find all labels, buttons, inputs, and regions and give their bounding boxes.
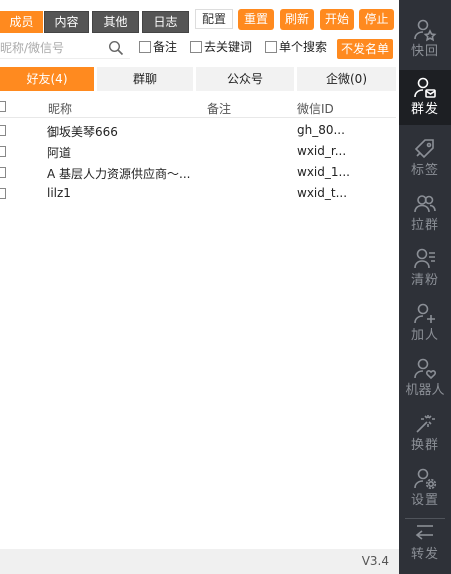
user-heart-icon xyxy=(412,357,438,381)
row-checkbox[interactable] xyxy=(0,188,6,199)
magic-wand-icon xyxy=(412,412,438,436)
version-label: V3.4 xyxy=(361,554,389,568)
sidebar-item-label: 机器人 xyxy=(405,383,445,398)
note-checkbox-label: 备注 xyxy=(153,40,178,54)
row-wxid: gh_80... xyxy=(297,123,345,137)
sidebar-item-label: 设置 xyxy=(410,493,439,508)
stop-button[interactable]: 停止 xyxy=(359,9,394,30)
select-all-checkbox[interactable] xyxy=(0,101,6,112)
sidebar-item-robot[interactable]: 机器人 xyxy=(399,351,451,406)
sidebar-item-add-people[interactable]: 加人 xyxy=(399,296,451,351)
status-bar: V3.4 xyxy=(0,549,399,574)
row-nickname: A 基层人力资源供应商～... xyxy=(47,167,191,181)
column-wxid: 微信ID xyxy=(297,102,334,116)
note-checkbox[interactable] xyxy=(139,41,151,53)
row-checkbox[interactable] xyxy=(0,167,6,178)
row-wxid: wxid_t... xyxy=(297,186,348,200)
user-plus-icon xyxy=(412,302,438,326)
row-nickname: lilz1 xyxy=(47,186,71,200)
tab-other[interactable]: 其他 xyxy=(92,11,139,33)
sidebar-item-label: 转发 xyxy=(410,547,439,562)
table-row[interactable]: 阿道 wxid_r... xyxy=(0,141,396,162)
user-send-icon xyxy=(412,76,438,100)
tab-official-accounts[interactable]: 公众号 xyxy=(196,67,294,91)
row-checkbox[interactable] xyxy=(0,146,6,157)
refresh-button[interactable]: 刷新 xyxy=(280,9,314,30)
tab-config[interactable]: 配置 xyxy=(195,9,233,29)
tab-wecom[interactable]: 企微(0) xyxy=(297,67,396,91)
sidebar-item-forward[interactable]: 转发 xyxy=(399,515,451,570)
reset-button[interactable]: 重置 xyxy=(238,9,274,30)
tab-members[interactable]: 成员 xyxy=(0,11,43,33)
tab-log[interactable]: 日志 xyxy=(142,11,189,33)
sidebar-item-tag[interactable]: 标签 xyxy=(399,131,451,186)
user-list-icon xyxy=(412,247,438,271)
row-wxid: wxid_1... xyxy=(297,165,350,179)
start-button[interactable]: 开始 xyxy=(320,9,354,30)
right-sidebar: 快回 群发 标签 拉群 清粉 加人 机器人 换群 设置 转发 xyxy=(399,0,451,574)
column-nickname: 昵称 xyxy=(48,102,73,116)
keyword-checkbox[interactable] xyxy=(190,41,202,53)
row-checkbox[interactable] xyxy=(0,125,6,136)
tag-icon xyxy=(412,137,438,161)
sidebar-item-label: 拉群 xyxy=(410,218,439,233)
keyword-checkbox-label: 去关键词 xyxy=(204,40,253,54)
row-nickname: 御坂美琴666 xyxy=(47,125,118,139)
user-gear-icon xyxy=(412,467,438,491)
tab-groups[interactable]: 群聊 xyxy=(97,67,193,91)
table-header: 昵称 备注 微信ID xyxy=(0,96,396,118)
user-star-icon xyxy=(412,18,438,42)
single-search-checkbox[interactable] xyxy=(265,41,277,53)
search-icon[interactable] xyxy=(108,40,124,56)
row-wxid: wxid_r... xyxy=(297,144,347,158)
no-send-list-button[interactable]: 不发名单 xyxy=(337,39,393,59)
table-row[interactable]: A 基层人力资源供应商～... wxid_1... xyxy=(0,162,396,183)
column-note: 备注 xyxy=(207,102,232,116)
sidebar-item-mass-send[interactable]: 群发 xyxy=(399,70,451,125)
row-nickname: 阿道 xyxy=(47,146,72,160)
tab-content[interactable]: 内容 xyxy=(44,11,89,33)
tab-friends[interactable]: 好友(4) xyxy=(0,67,94,91)
sidebar-item-label: 群发 xyxy=(410,102,439,117)
sidebar-item-quick-reply[interactable]: 快回 xyxy=(399,12,451,67)
sidebar-item-label: 标签 xyxy=(410,163,439,178)
sidebar-item-switch-group[interactable]: 换群 xyxy=(399,406,451,461)
table-row[interactable]: 御坂美琴666 gh_80... xyxy=(0,120,396,141)
sidebar-item-pull-group[interactable]: 拉群 xyxy=(399,186,451,241)
sidebar-item-label: 快回 xyxy=(410,44,439,59)
sidebar-item-settings[interactable]: 设置 xyxy=(399,461,451,516)
forward-icon xyxy=(412,521,438,545)
sidebar-item-label: 加人 xyxy=(410,328,439,343)
single-search-label: 单个搜索 xyxy=(279,40,328,54)
group-icon xyxy=(412,192,438,216)
sidebar-item-label: 清粉 xyxy=(410,273,439,288)
table-row[interactable]: lilz1 wxid_t... xyxy=(0,183,396,204)
sidebar-item-clear-fans[interactable]: 清粉 xyxy=(399,241,451,296)
sidebar-item-label: 换群 xyxy=(410,438,439,453)
